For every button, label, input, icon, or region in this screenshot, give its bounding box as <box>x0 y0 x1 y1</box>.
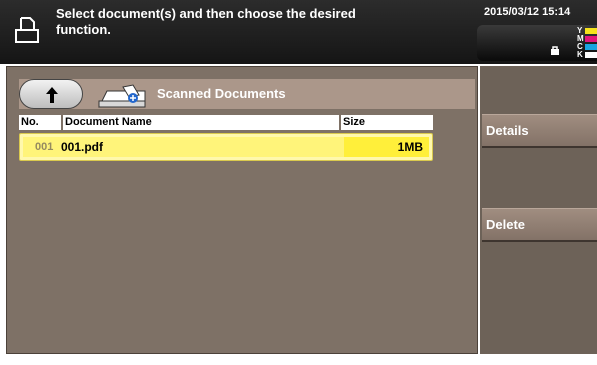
toner-c-bar <box>585 44 597 50</box>
function-panel: Details Delete <box>480 66 597 354</box>
bottom-margin <box>0 355 597 365</box>
lock-icon <box>551 46 559 55</box>
toner-y-bar <box>585 28 597 34</box>
document-row-highlight: 001 001.pdf 1MB <box>23 137 429 157</box>
header-bar: Select document(s) and then choose the d… <box>0 0 597 64</box>
toner-status[interactable]: Y M C K <box>477 25 597 61</box>
document-number: 001 <box>35 141 54 153</box>
document-name: 001.pdf <box>61 140 104 154</box>
column-header-name: Document Name <box>63 115 339 130</box>
scanner-box-icon <box>98 84 146 108</box>
document-list-panel: Scanned Documents No. Document Name Size… <box>6 66 478 354</box>
up-level-button[interactable] <box>19 79 83 109</box>
column-header-size: Size <box>341 115 433 130</box>
instruction-message: Select document(s) and then choose the d… <box>56 6 356 37</box>
up-arrow-icon <box>46 87 58 103</box>
toner-m-bar <box>585 36 597 42</box>
folder-toolbar: Scanned Documents <box>19 79 475 109</box>
toner-k: K <box>577 50 597 59</box>
details-button[interactable]: Details <box>482 114 597 148</box>
datetime-display: 2015/03/12 15:14 <box>484 6 571 18</box>
delete-button[interactable]: Delete <box>482 208 597 242</box>
toner-k-bar <box>585 52 597 58</box>
document-icon <box>15 17 39 43</box>
column-header-no: No. <box>19 115 61 130</box>
document-row[interactable]: 001 001.pdf 1MB <box>19 133 433 161</box>
document-size: 1MB <box>397 140 423 154</box>
folder-title: Scanned Documents <box>157 86 286 101</box>
